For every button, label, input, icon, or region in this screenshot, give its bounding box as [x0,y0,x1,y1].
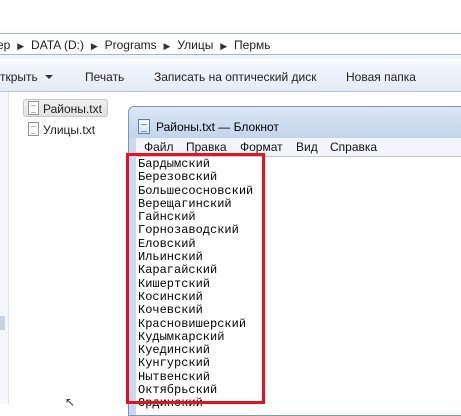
address-box[interactable]: ер ▶ DATA (D:) ▶ Programs ▶ Улицы ▶ Перм… [0,33,461,55]
breadcrumb-item-programs[interactable]: Programs [105,38,157,52]
breadcrumb-item-computer[interactable]: ер [0,38,10,52]
breadcrumb-item-perm[interactable]: Пермь [234,38,270,52]
window-title: Районы.txt — Блокнот [156,120,279,134]
notepad-icon [138,119,150,134]
breadcrumb-separator-icon[interactable]: ▶ [87,39,101,53]
menu-view[interactable]: Вид [296,141,318,154]
address-bar: ер ▶ DATA (D:) ▶ Programs ▶ Улицы ▶ Перм… [0,30,461,59]
file-item-ulitsy[interactable]: Улицы.txt [24,121,109,139]
highlight-frame [126,153,265,404]
command-toolbar: ткрыть Печать Записать на оптический дис… [0,61,461,92]
chevron-down-icon[interactable] [45,75,53,79]
mouse-cursor-icon: ↖ [65,395,76,409]
new-folder-button[interactable]: Новая папка [346,70,416,84]
breadcrumb-separator-icon[interactable]: ▶ [160,39,174,53]
navigation-pane[interactable] [0,92,9,404]
file-name: Улицы.txt [43,123,96,137]
notepad-title-bar[interactable]: Районы.txt — Блокнот [129,107,461,138]
breadcrumb-separator-icon[interactable]: ▶ [14,39,28,53]
text-file-icon [28,101,39,115]
text-file-icon [28,122,39,136]
breadcrumb: ер ▶ DATA (D:) ▶ Programs ▶ Улицы ▶ Перм… [0,38,271,52]
breadcrumb-item-streets[interactable]: Улицы [177,38,213,52]
breadcrumb-separator-icon[interactable]: ▶ [217,39,231,53]
open-button[interactable]: ткрыть [0,70,38,84]
print-button[interactable]: Печать [85,70,124,84]
file-name: Районы.txt [43,102,102,116]
burn-disc-button[interactable]: Записать на оптический диск [154,70,317,84]
navigation-pane-marker [0,316,5,330]
breadcrumb-item-drive[interactable]: DATA (D:) [31,38,84,52]
menu-help[interactable]: Справка [330,141,377,154]
file-item-rayony[interactable]: Районы.txt [23,99,108,117]
